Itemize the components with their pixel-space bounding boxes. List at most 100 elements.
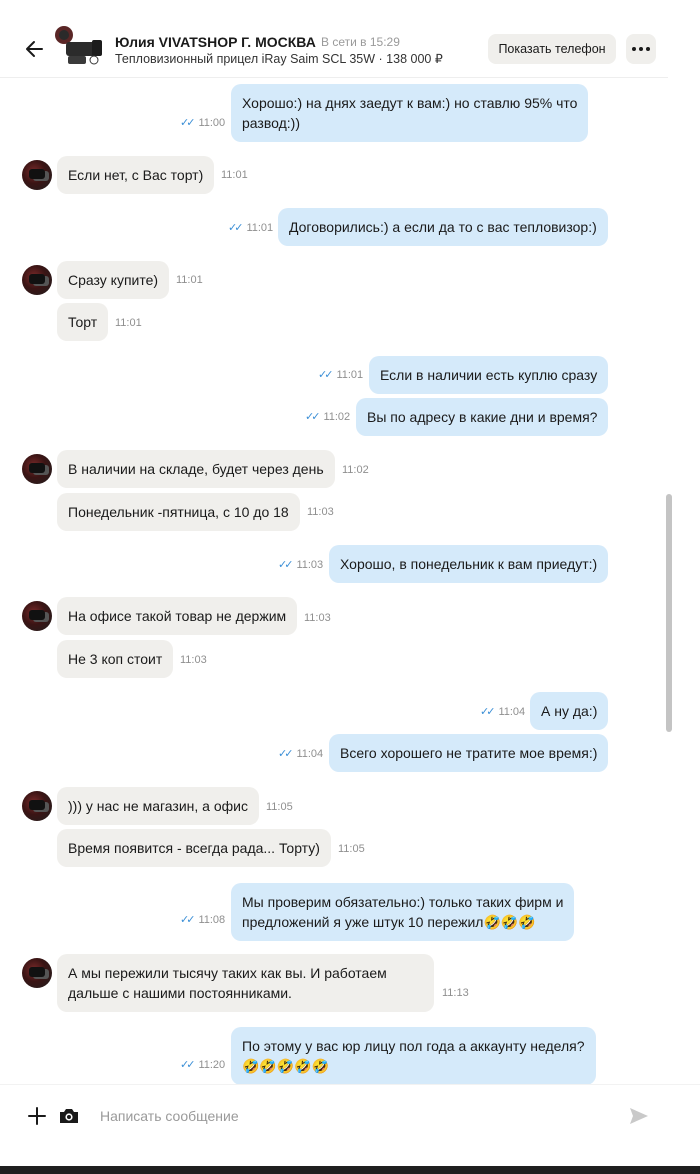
avatar[interactable] [22,791,52,821]
message-line: Всего хорошего не тратите мое время:) [340,745,598,761]
double-check-icon: ✓✓ [305,411,321,423]
avatar[interactable] [22,160,52,190]
message-line: По этому у вас юр лицу пол года а аккаун… [242,1038,585,1054]
dot [639,47,643,51]
incoming-message[interactable]: А мы пережили тысячу таких как вы. И раб… [57,954,434,1012]
time-text: 11:02 [323,411,351,423]
show-phone-button[interactable]: Показать телефон [488,34,616,64]
incoming-message[interactable]: Не 3 коп стоит [57,640,174,678]
message-line: Понедельник -пятница, с 10 до 18 [68,504,289,520]
message-line: Мы проверим обязательно:) только таких ф… [242,894,564,910]
outgoing-message[interactable]: Вы по адресу в какие дни и время? [356,398,609,436]
message-line: Не 3 коп стоит [68,651,163,667]
message-time: 11:03 [180,654,207,666]
message-line: Хорошо:) на днях заедут к вам:) но ставл… [242,95,578,111]
double-check-icon: ✓✓ [180,914,196,926]
message-line: На офисе такой товар не держим [68,608,287,624]
time-text: 11:01 [336,369,364,381]
message-line: предложений я уже штук 10 пережил🤣🤣🤣 [242,914,536,930]
avatar[interactable] [22,265,52,295]
incoming-message[interactable]: Время появится - всегда рада... Торту) [57,829,331,867]
double-check-icon: ✓✓ [180,1059,196,1071]
message-time: ✓✓ 11:00 [180,116,225,130]
incoming-message[interactable]: Понедельник -пятница, с 10 до 18 [57,493,300,531]
avatar[interactable] [22,601,52,631]
bottom-bar [0,1166,700,1174]
contact-name[interactable]: Юлия VIVATSHOP Г. МОСКВА [115,34,316,50]
double-check-icon: ✓✓ [228,222,244,234]
message-time: ✓✓ 11:04 [278,747,323,761]
time-text: 11:04 [498,706,526,718]
online-status: В сети в 15:29 [321,35,400,49]
double-check-icon: ✓✓ [480,706,496,718]
message-time: ✓✓ 11:01 [228,221,273,235]
double-check-icon: ✓✓ [278,559,294,571]
double-check-icon: ✓✓ [318,369,334,381]
message-time: 11:01 [176,274,203,286]
outgoing-message[interactable]: Всего хорошего не тратите мое время:) [329,734,609,772]
time-text: 11:00 [198,117,226,129]
incoming-message[interactable]: Сразу купите) [57,261,170,299]
message-line: Торт [68,314,98,330]
send-icon[interactable] [628,1105,650,1127]
incoming-message[interactable]: В наличии на складе, будет через день [57,450,335,488]
message-line: Хорошо, в понедельник к вам приедут:) [340,556,598,572]
outgoing-message[interactable]: Мы проверим обязательно:) только таких ф… [231,883,575,941]
incoming-message[interactable]: ))) у нас не магазин, а офис [57,787,259,825]
message-time: ✓✓ 11:03 [278,558,323,572]
outgoing-message[interactable]: Хорошо, в понедельник к вам приедут:) [329,545,609,583]
double-check-icon: ✓✓ [278,748,294,760]
message-line: ))) у нас не магазин, а офис [68,798,248,814]
time-text: 11:03 [296,559,324,571]
outgoing-message[interactable]: А ну да:) [530,692,609,730]
product-thumbnail[interactable] [54,26,104,70]
message-time: 11:03 [304,612,331,624]
message-time: 11:01 [221,169,248,181]
message-line: Время появится - всегда рада... Торту) [68,840,320,856]
avatar[interactable] [22,958,52,988]
arrow-left-icon[interactable] [22,36,48,62]
outgoing-message[interactable]: Хорошо:) на днях заедут к вам:) но ставл… [231,84,589,142]
message-line: 🤣🤣🤣🤣🤣 [242,1058,330,1074]
time-text: 11:04 [296,748,324,760]
dot [632,47,637,51]
avatar[interactable] [22,454,52,484]
message-line: В наличии на складе, будет через день [68,461,324,477]
message-time: ✓✓ 11:20 [180,1058,225,1072]
listing-title[interactable]: Тепловизионный прицел iRay Saim SCL 35W … [115,51,443,66]
outgoing-message[interactable]: Договорились:) а если да то с вас теплов… [278,208,608,246]
message-list[interactable]: ✓✓ 11:00 Хорошо:) на днях заедут к вам:) … [0,78,664,1084]
message-line: Вы по адресу в какие дни и время? [367,409,598,425]
message-time: 11:05 [266,801,293,813]
message-time: 11:01 [115,317,142,329]
message-line: Если в наличии есть куплю сразу [380,367,598,383]
message-time: ✓✓ 11:01 [318,368,363,382]
message-line: Сразу купите) [68,272,159,288]
plus-icon[interactable] [26,1105,48,1127]
message-line: развод:)) [242,115,300,131]
message-line: Если нет, с Вас торт) [68,167,204,183]
camera-icon[interactable] [58,1105,80,1127]
message-time: 11:05 [338,843,365,855]
message-input[interactable] [100,1103,600,1129]
incoming-message[interactable]: Если нет, с Вас торт) [57,156,215,194]
message-time: 11:02 [342,464,369,476]
chat-header: Юлия VIVATSHOP Г. МОСКВА В сети в 15:29 … [0,0,668,78]
message-line: А мы пережили тысячу таких как вы. И раб… [68,965,387,981]
message-time: 11:03 [307,506,334,518]
message-line: А ну да:) [541,703,598,719]
scrollbar-thumb[interactable] [666,494,672,732]
incoming-message[interactable]: На офисе такой товар не держим [57,597,298,635]
message-time: ✓✓ 11:08 [180,913,225,927]
time-text: 11:01 [246,222,274,234]
message-time: ✓✓ 11:02 [305,410,350,424]
more-dots-icon[interactable] [626,34,656,64]
outgoing-message[interactable]: Если в наличии есть куплю сразу [369,356,609,394]
dot [645,47,650,51]
incoming-message[interactable]: Торт [57,303,109,341]
message-line: Договорились:) а если да то с вас теплов… [289,219,597,235]
outgoing-message[interactable]: По этому у вас юр лицу пол года а аккаун… [231,1027,596,1084]
message-time: ✓✓ 11:04 [480,705,525,719]
time-text: 11:08 [198,914,226,926]
double-check-icon: ✓✓ [180,117,196,129]
